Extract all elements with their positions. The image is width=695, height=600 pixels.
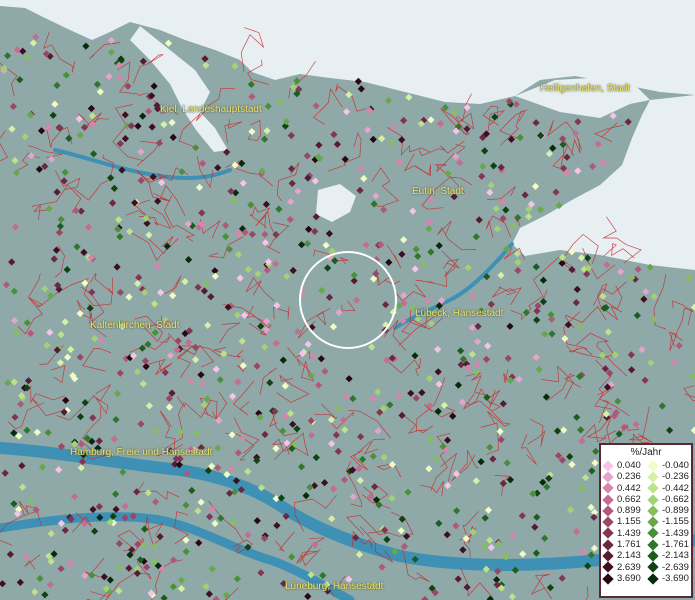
city-label-heiligenhafen: Heiligenhafen, Stadt — [540, 83, 631, 94]
legend-swatch — [647, 459, 659, 472]
legend-row: 1.155 -1.155 — [601, 516, 691, 528]
legend-item-positive: 1.439 — [601, 527, 646, 540]
legend-value: 3.690 — [617, 572, 641, 584]
legend-row: 0.662 -0.662 — [601, 493, 691, 506]
legend-value: -0.236 — [662, 471, 689, 483]
city-label-hamburg: Hamburg, Freie und Hansestadt — [70, 447, 213, 458]
legend-swatch — [602, 539, 614, 551]
legend-swatch — [647, 471, 659, 483]
legend-swatch — [602, 505, 614, 517]
legend-row: 0.899 -0.899 — [601, 505, 691, 517]
legend-item-negative: -2.639 — [646, 561, 691, 573]
legend-value: -2.143 — [662, 550, 689, 562]
legend-value: 1.155 — [617, 516, 641, 528]
legend-title: %/Jahr — [630, 447, 662, 458]
legend-value: -0.899 — [662, 505, 689, 517]
legend-row: 0.040 -0.040 — [601, 459, 691, 472]
legend-item-positive: 3.690 — [601, 572, 646, 585]
legend-row: 1.439 -1.439 — [601, 527, 691, 540]
legend-value: -1.439 — [662, 527, 689, 539]
legend-swatch — [602, 482, 614, 494]
legend-swatch — [602, 561, 614, 573]
legend-swatch — [602, 516, 614, 528]
legend-value: 1.761 — [617, 539, 641, 551]
city-label-eutin: Eutin, Stadt — [412, 186, 464, 197]
legend-row: 2.143 -2.143 — [601, 550, 691, 562]
legend-value: 0.236 — [617, 471, 641, 483]
legend-item-negative: -0.236 — [646, 471, 691, 483]
city-label-kaltenkirchen: Kaltenkirchen, Stadt — [90, 320, 180, 331]
legend-item-negative: -1.761 — [646, 539, 691, 551]
city-label-kiel: Kiel, Landeshauptstadt — [160, 104, 262, 115]
legend-swatch — [647, 505, 659, 517]
legend-value: 0.442 — [617, 482, 641, 494]
legend-value: 1.439 — [617, 527, 641, 539]
legend-swatch — [602, 527, 614, 540]
legend-rows: 0.040 -0.040 0.236 -0.236 0.442 -0.442 0.662 -0… — [601, 459, 691, 585]
legend-value: -3.690 — [662, 572, 689, 584]
legend-value: -0.662 — [662, 493, 689, 505]
legend-value: -0.442 — [662, 482, 689, 494]
legend-item-negative: -0.899 — [646, 505, 691, 517]
legend-swatch — [602, 471, 614, 483]
city-label-luebeck: Lübeck, Hansestadt — [415, 308, 504, 319]
legend-swatch — [602, 493, 614, 506]
legend-item-negative: -0.662 — [646, 493, 691, 506]
legend-item-negative: -0.040 — [646, 459, 691, 472]
legend-row: 0.442 -0.442 — [601, 482, 691, 494]
legend-swatch — [602, 572, 614, 585]
legend: %/Jahr 0.040 -0.040 0.236 -0.236 0.442 -0.442… — [599, 443, 693, 598]
legend-value: -0.040 — [662, 460, 689, 471]
legend-swatch — [647, 527, 659, 540]
legend-item-positive: 2.143 — [601, 550, 646, 562]
map-view[interactable]: Kiel, Landeshauptstadt Heiligenhafen, St… — [0, 0, 695, 600]
legend-value: 0.899 — [617, 505, 641, 517]
legend-value: -2.639 — [662, 561, 689, 573]
legend-item-negative: -1.155 — [646, 516, 691, 528]
legend-swatch — [647, 561, 659, 573]
legend-swatch — [647, 516, 659, 528]
legend-value: 2.143 — [617, 550, 641, 562]
legend-item-positive: 0.662 — [601, 493, 646, 506]
legend-value: 2.639 — [617, 561, 641, 573]
legend-item-negative: -0.442 — [646, 482, 691, 494]
legend-row: 2.639 -2.639 — [601, 561, 691, 573]
legend-value: -1.761 — [662, 539, 689, 551]
legend-swatch — [647, 550, 659, 562]
legend-row: 3.690 -3.690 — [601, 572, 691, 585]
legend-row: 0.236 -0.236 — [601, 471, 691, 483]
legend-value: 0.040 — [617, 460, 641, 471]
legend-item-negative: -2.143 — [646, 550, 691, 562]
legend-item-positive: 2.639 — [601, 561, 646, 573]
legend-swatch — [647, 539, 659, 551]
legend-item-positive: 0.899 — [601, 505, 646, 517]
legend-item-positive: 1.761 — [601, 539, 646, 551]
legend-swatch — [602, 550, 614, 562]
legend-item-positive: 1.155 — [601, 516, 646, 528]
legend-value: 0.662 — [617, 493, 641, 505]
legend-item-negative: -3.690 — [646, 572, 691, 585]
legend-value: -1.155 — [662, 516, 689, 528]
legend-swatch — [647, 493, 659, 506]
legend-item-positive: 0.236 — [601, 471, 646, 483]
legend-swatch — [602, 459, 614, 472]
legend-item-negative: -1.439 — [646, 527, 691, 540]
legend-item-positive: 0.040 — [601, 459, 646, 472]
legend-swatch — [647, 572, 659, 585]
city-label-lueneburg: Lüneburg, Hansestadt — [285, 581, 384, 592]
legend-item-positive: 0.442 — [601, 482, 646, 494]
legend-swatch — [647, 482, 659, 494]
legend-row: 1.761 -1.761 — [601, 539, 691, 551]
